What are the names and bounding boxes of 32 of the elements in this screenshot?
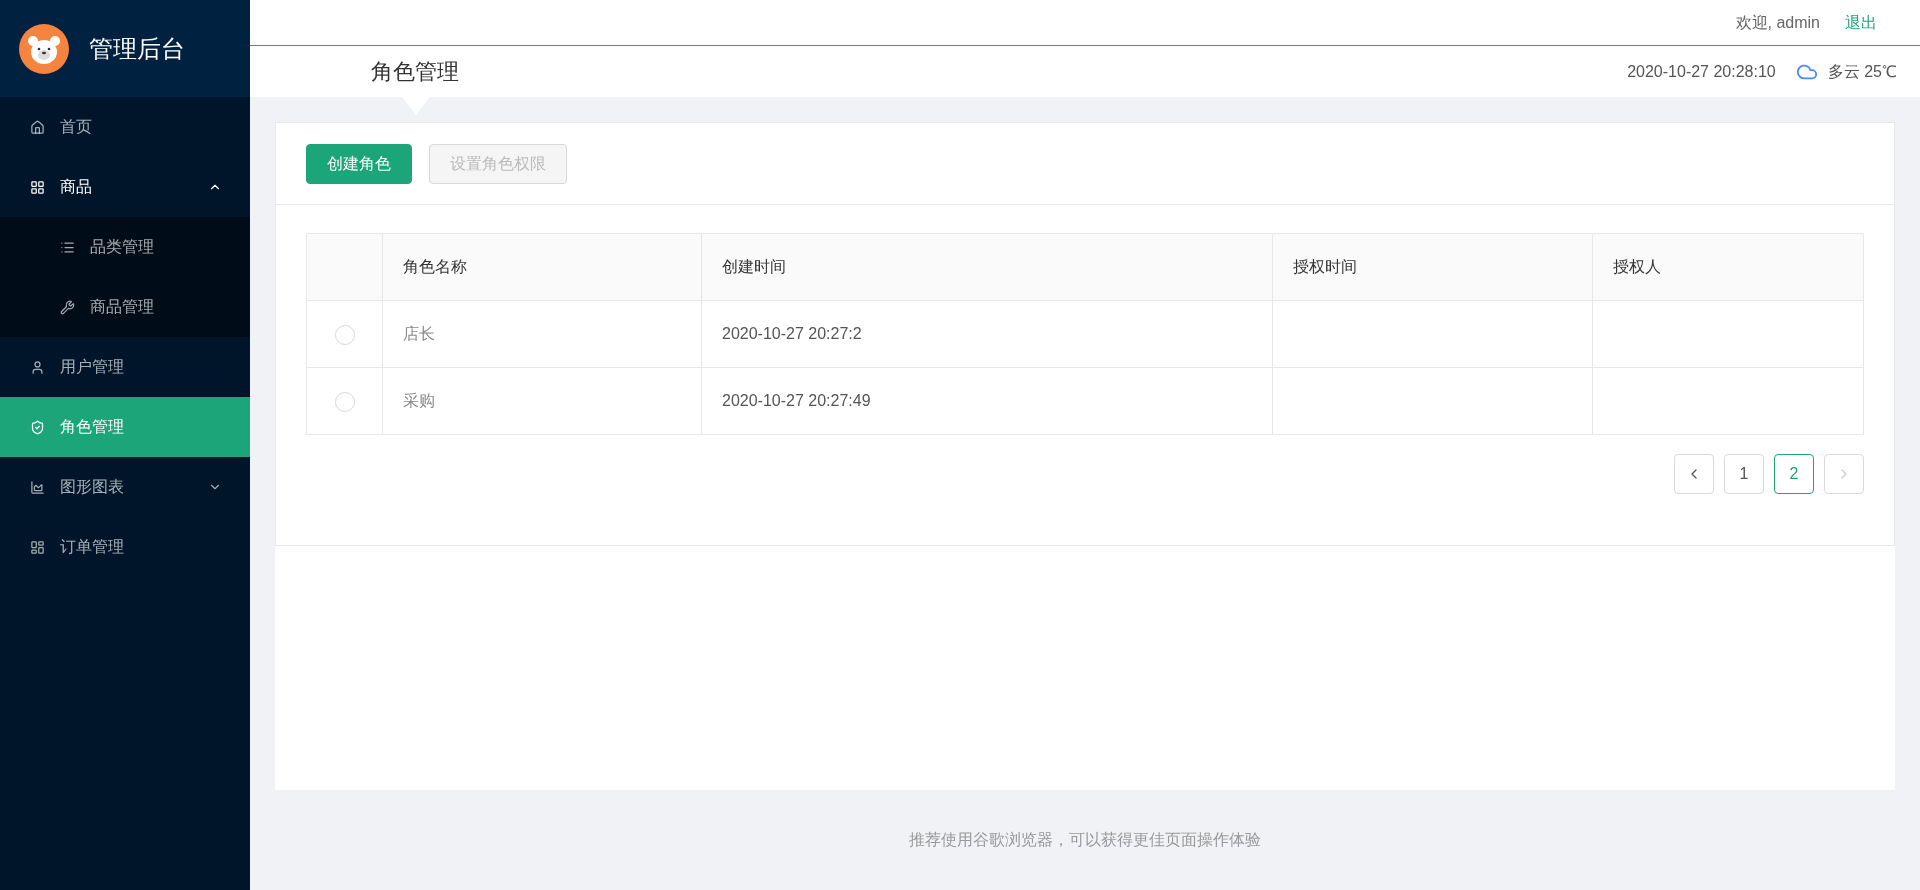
home-icon	[30, 119, 45, 135]
app-title: 管理后台	[89, 33, 185, 64]
menu-item[interactable]: 商品管理	[0, 277, 250, 337]
column-header: 授权时间	[1272, 233, 1593, 301]
previous-page-button[interactable]	[1674, 454, 1714, 494]
grid-icon	[30, 179, 45, 195]
footer-text: 推荐使用谷歌浏览器，可以获得更佳页面操作体验	[909, 830, 1261, 850]
menu-item[interactable]: 用户管理	[0, 337, 250, 397]
menu-item[interactable]: 首页	[0, 97, 250, 157]
user-icon	[30, 359, 45, 375]
bear-logo-icon	[19, 23, 69, 74]
column-header: 创建时间	[701, 233, 1273, 301]
wrench-icon	[60, 299, 75, 315]
page-button[interactable]: 1	[1724, 454, 1764, 494]
table-cell: 2020-10-27 20:27:49	[722, 392, 871, 409]
weather-text: 多云 25℃	[1827, 61, 1897, 82]
column-header: 授权人	[1592, 233, 1864, 301]
welcome-text: 欢迎, admin	[1735, 12, 1820, 33]
table-cell: 采购	[403, 392, 435, 409]
shield-check-icon	[30, 419, 45, 435]
list-icon	[60, 239, 75, 255]
menu-item[interactable]: 订单管理	[0, 517, 250, 577]
table-cell: 店长	[403, 325, 435, 342]
datetime-text: 2020-10-27 20:28:10	[1627, 61, 1776, 82]
column-header: 角色名称	[382, 233, 702, 301]
menu-item[interactable]: 图形图表	[0, 457, 250, 517]
menu-item[interactable]: 品类管理	[0, 217, 250, 277]
blocks-icon	[30, 539, 45, 555]
menu-item[interactable]: 商品	[0, 157, 250, 217]
table-cell: 2020-10-27 20:27:2	[722, 325, 862, 342]
page-title: 角色管理	[370, 58, 460, 86]
area-chart-icon	[30, 479, 45, 495]
